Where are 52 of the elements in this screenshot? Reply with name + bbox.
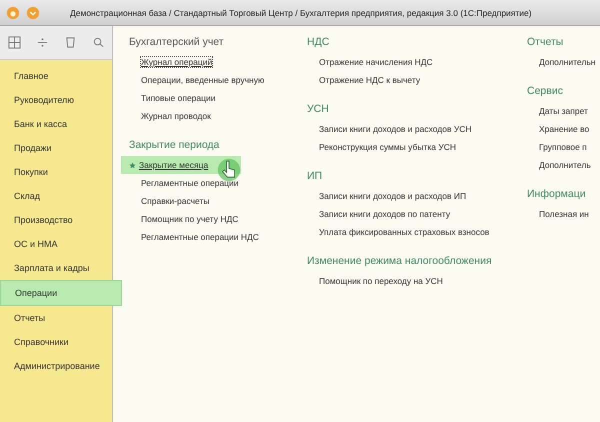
section-heading: ИП: [307, 170, 324, 182]
sidebar-item[interactable]: Покупки: [0, 160, 112, 184]
menu-link[interactable]: Помощник по учету НДС: [129, 210, 307, 228]
section-heading: Закрытие периода: [129, 139, 220, 151]
menu-link[interactable]: Отражение начисления НДС: [307, 53, 527, 71]
section-heading: Информаци: [527, 188, 587, 200]
menu-link[interactable]: Помощник по переходу на УСН: [307, 272, 527, 290]
menu-link[interactable]: Справки-расчеты: [129, 192, 307, 210]
menu-link[interactable]: Даты запрет: [527, 102, 599, 120]
sidebar-item[interactable]: Банк и касса: [0, 112, 112, 136]
menu-link[interactable]: Записи книги доходов и расходов УСН: [307, 120, 527, 138]
history-icon[interactable]: [64, 36, 76, 49]
sidebar-item[interactable]: Склад: [0, 184, 112, 208]
section-heading: УСН: [307, 103, 330, 115]
divide-icon[interactable]: [36, 36, 48, 49]
menu-link[interactable]: Регламентные операции НДС: [129, 228, 307, 246]
menu-link[interactable]: Журнал проводок: [129, 107, 307, 125]
section-heading: Изменение режима налогообложения: [307, 255, 493, 267]
sidebar-item[interactable]: Производство: [0, 208, 112, 232]
sidebar-item[interactable]: Зарплата и кадры: [0, 256, 112, 280]
app-logo-icon[interactable]: [6, 6, 20, 20]
grid-icon[interactable]: [8, 36, 20, 49]
menu-link[interactable]: Отражение НДС к вычету: [307, 71, 527, 89]
menu-link[interactable]: Хранение во: [527, 120, 599, 138]
window-title: Демонстрационная база / Стандартный Торговый Центр / Бухгалтерия предприятия, редакция 3.0 (1С:Предприятие): [70, 8, 532, 18]
sidebar-item[interactable]: Операции: [0, 280, 122, 306]
menu-link[interactable]: Дополнительн: [527, 53, 599, 71]
section-heading: Сервис: [527, 85, 564, 97]
hand-cursor-icon: [217, 158, 241, 182]
menu-link[interactable]: Записи книги доходов по патенту: [307, 205, 527, 223]
section-heading: Бухгалтерский учет: [129, 36, 225, 48]
menu-link[interactable]: Уплата фиксированных страховых взносов: [307, 223, 527, 241]
menu-link[interactable]: Типовые операции: [129, 89, 307, 107]
menu-icon[interactable]: [26, 6, 40, 20]
menu-link[interactable]: Записи книги доходов и расходов ИП: [307, 187, 527, 205]
menu-link[interactable]: Журнал операций: [129, 53, 307, 71]
menu-link[interactable]: Групповое п: [527, 138, 599, 156]
menu-link[interactable]: Регламентные операции: [129, 174, 307, 192]
section-heading: НДС: [307, 36, 330, 48]
sidebar-item[interactable]: Продажи: [0, 136, 112, 160]
sidebar-item[interactable]: ОС и НМА: [0, 232, 112, 256]
section-heading: Отчеты: [527, 36, 564, 48]
sidebar-item[interactable]: Справочники: [0, 330, 112, 354]
sidebar-item[interactable]: Главное: [0, 64, 112, 88]
menu-link[interactable]: Реконструкция суммы убытка УСН: [307, 138, 527, 156]
search-icon[interactable]: [92, 36, 104, 49]
menu-link[interactable]: Полезная ин: [527, 205, 599, 223]
sidebar-item[interactable]: Администрирование: [0, 354, 112, 378]
menu-link[interactable]: Дополнитель: [527, 156, 599, 174]
sidebar-item[interactable]: Руководителю: [0, 88, 112, 112]
sidebar-item[interactable]: Отчеты: [0, 306, 112, 330]
menu-link[interactable]: Операции, введенные вручную: [129, 71, 307, 89]
